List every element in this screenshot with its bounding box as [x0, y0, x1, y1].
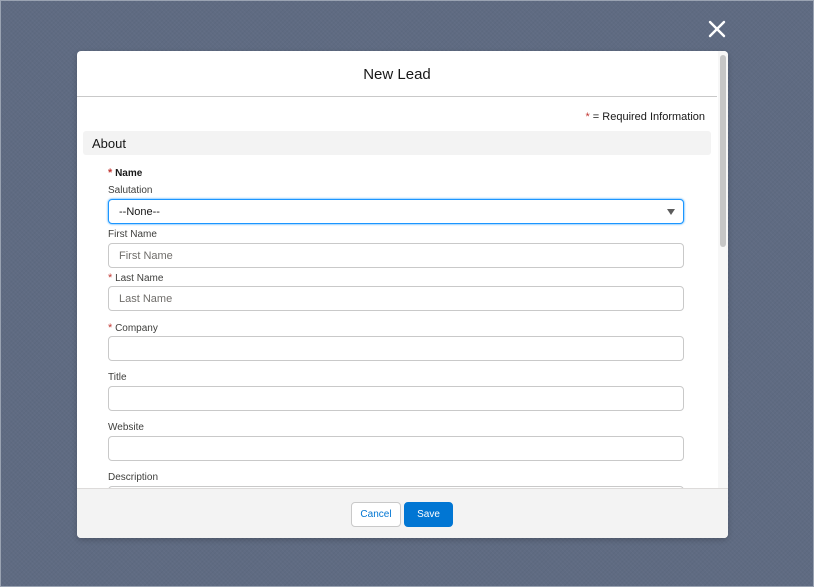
salutation-label: Salutation — [108, 185, 153, 196]
salutation-value: --None-- — [119, 206, 160, 218]
required-asterisk: * — [108, 322, 113, 334]
salutation-select[interactable]: --None-- — [108, 199, 684, 224]
first-name-label: First Name — [108, 229, 157, 240]
modal-header: New Lead — [77, 51, 717, 97]
modal-title: New Lead — [363, 66, 431, 83]
last-name-placeholder: Last Name — [119, 293, 173, 305]
website-label: Website — [108, 422, 144, 433]
new-lead-modal: New Lead * = Required Information About … — [77, 51, 728, 538]
required-asterisk: * — [108, 272, 113, 284]
last-name-input[interactable]: Last Name — [108, 286, 684, 311]
section-header-about[interactable]: About — [83, 131, 711, 155]
description-label: Description — [108, 472, 159, 483]
close-icon[interactable] — [706, 18, 728, 40]
company-input[interactable] — [108, 336, 684, 361]
name-group-label: * Name — [108, 167, 143, 179]
save-button[interactable]: Save — [404, 502, 453, 527]
section-title: About — [92, 136, 126, 151]
required-information-note: * = Required Information — [585, 111, 705, 123]
company-label: * Company — [108, 322, 158, 334]
first-name-input[interactable]: First Name — [108, 243, 684, 268]
website-input[interactable] — [108, 436, 684, 461]
required-info-text: = Required Information — [592, 111, 705, 123]
last-name-label: * Last Name — [108, 272, 164, 284]
scrollbar-thumb[interactable] — [720, 55, 726, 247]
title-input[interactable] — [108, 386, 684, 411]
required-asterisk: * — [108, 167, 113, 179]
cancel-button[interactable]: Cancel — [351, 502, 401, 527]
title-label: Title — [108, 372, 127, 383]
modal-scrollbar[interactable] — [718, 51, 728, 488]
first-name-placeholder: First Name — [119, 250, 173, 262]
chevron-down-icon — [667, 209, 675, 215]
required-asterisk: * — [585, 111, 590, 123]
modal-footer: Cancel Save — [77, 488, 728, 538]
